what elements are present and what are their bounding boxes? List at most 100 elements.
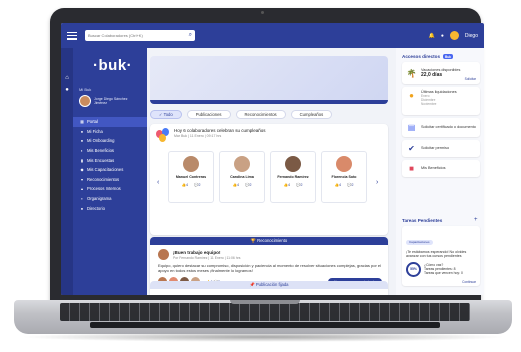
menu-icon[interactable] bbox=[67, 31, 77, 40]
help-icon[interactable]: ● bbox=[441, 33, 444, 39]
progress-ring: 55% bbox=[406, 261, 421, 277]
shortcuts-title-text: Accesos directos bbox=[402, 54, 441, 59]
sidebar-item-label: Reconocimientos bbox=[87, 176, 120, 182]
sidebar-item-icon: ▴ bbox=[80, 186, 83, 192]
sidebar-item[interactable]: ◆ Mis Capacitaciones bbox=[73, 165, 147, 175]
sidebar-item[interactable]: ▾ Reconocimientos bbox=[73, 175, 147, 185]
sidebar-item[interactable]: ● Mi Ficha bbox=[73, 127, 147, 137]
comment-icon[interactable]: 💬2 bbox=[194, 183, 200, 187]
tab[interactable]: Publicaciones bbox=[186, 110, 231, 119]
avatar bbox=[285, 156, 301, 172]
birthday-person-card[interactable]: Florencia Soto 👍4 💬2 bbox=[321, 151, 367, 203]
comment-icon[interactable]: 💬2 bbox=[347, 183, 353, 187]
birthday-header: Hoy 6 colaboradores celebran su cumpleañ… bbox=[156, 128, 266, 142]
person-actions: 👍4 💬2 bbox=[182, 183, 201, 187]
bell-icon[interactable]: 🔔 bbox=[429, 33, 435, 39]
task-chip: Capacitaciones bbox=[406, 239, 433, 245]
right-panel: Accesos directos Buk 🌴 Vacaciones dispon… bbox=[396, 48, 484, 295]
birthday-person-card[interactable]: Fernando Ramírez 👍4 💬2 bbox=[270, 151, 316, 203]
task-text: ¡Te estábamos esperando! No olvides avan… bbox=[406, 250, 467, 259]
laptop-scene: Buscar Colaboradores (Ctrl+K) ⌕ 🔔 ● Dieg… bbox=[0, 0, 521, 352]
search-input[interactable]: Buscar Colaboradores (Ctrl+K) ⌕ bbox=[85, 30, 195, 41]
benefits-card[interactable]: ■ Mis Beneficios bbox=[402, 160, 480, 177]
vacations-value: 22,0 días bbox=[421, 72, 443, 79]
sidebar-item[interactable]: ▦ Portal bbox=[73, 117, 147, 127]
like-count: 4 bbox=[186, 183, 188, 188]
sidebar-item-label: Mi Onboarding bbox=[87, 138, 115, 144]
sidebar-menu: ▦ Portal ● Mi Ficha ● Mi Onboarding ◐ Mis Benef… bbox=[73, 117, 147, 213]
payroll-card[interactable]: ● Últimas liquidaciones Enero Diciembre … bbox=[402, 87, 480, 115]
recognition-header: 🏆 Reconocimiento bbox=[150, 237, 388, 245]
birthday-people: Manuel Contreras 👍4 💬2 Carolina Lima 👍4 💬2 Fer… bbox=[168, 151, 367, 203]
person-name: Fernando Ramírez bbox=[277, 175, 309, 179]
sidebar-item[interactable]: ● Mi Onboarding bbox=[73, 136, 147, 146]
birthday-person-card[interactable]: Carolina Lima 👍4 💬2 bbox=[219, 151, 265, 203]
tab[interactable]: Cumpleaños bbox=[290, 110, 333, 119]
person-icon[interactable]: ● bbox=[64, 87, 70, 93]
chevron-right-icon[interactable]: › bbox=[376, 179, 378, 186]
banner-bar bbox=[150, 100, 388, 104]
birthday-person-card[interactable]: Manuel Contreras 👍4 💬2 bbox=[168, 151, 214, 203]
vacations-card[interactable]: 🌴 Vacaciones disponibles 22,0 días Solic… bbox=[402, 62, 480, 84]
benefits-label: Mis Beneficios bbox=[421, 166, 446, 171]
task-progress-row: 55% ¿Cómo vas? Tareas pendientes: 8 Tare… bbox=[406, 261, 476, 277]
like-icon[interactable]: 👍4 bbox=[182, 183, 188, 187]
like-count: 4 bbox=[339, 183, 341, 188]
search-icon[interactable]: ⌕ bbox=[189, 32, 192, 39]
search-placeholder: Buscar Colaboradores (Ctrl+K) bbox=[88, 33, 143, 38]
comment-count: 2 bbox=[249, 183, 252, 188]
like-icon[interactable]: 👍4 bbox=[233, 183, 239, 187]
certificate-label: Solicitar certificado o documento bbox=[421, 125, 476, 130]
sidebar-item-label: Portal bbox=[87, 119, 98, 125]
tab[interactable]: Reconocimientos bbox=[235, 110, 286, 119]
chevron-left-icon[interactable]: ‹ bbox=[157, 179, 159, 186]
like-count: 4 bbox=[288, 183, 290, 188]
pinned-post-header[interactable]: 📌 Publicación fijada bbox=[150, 281, 388, 289]
laptop-notch bbox=[230, 300, 300, 304]
comment-icon[interactable]: 💬2 bbox=[245, 183, 251, 187]
sidebar-user[interactable]: Jorge Diego Sánchez Jiménez bbox=[79, 95, 134, 107]
comment-count: 2 bbox=[351, 183, 354, 188]
add-icon[interactable]: + bbox=[474, 217, 478, 223]
continue-link[interactable]: Continuar bbox=[406, 280, 476, 284]
sidebar-item[interactable]: ● Directorio bbox=[73, 203, 147, 213]
sidebar-user-name: Jorge Diego Sánchez Jiménez bbox=[94, 97, 128, 105]
sidebar-item[interactable]: ▮ Mis Encuestas bbox=[73, 155, 147, 165]
recognition-top: ¡Buen trabajo equipo! Por Fernando Ramír… bbox=[158, 249, 382, 260]
comment-count: 2 bbox=[198, 183, 201, 188]
pending-tasks-title: Tareas Pendientes bbox=[402, 218, 443, 223]
vacations-request-link[interactable]: Solicitar bbox=[465, 77, 476, 81]
user-name[interactable]: Diego bbox=[465, 33, 478, 39]
comment-icon[interactable]: 💬2 bbox=[296, 183, 302, 187]
tab[interactable]: ✓ Todo bbox=[150, 110, 182, 119]
avatar bbox=[183, 156, 199, 172]
sidebar-rail: ⌂ ● bbox=[61, 48, 73, 295]
task-line: Tareas que vencen hoy: 0 bbox=[424, 271, 463, 276]
permission-label: Solicitar permiso bbox=[421, 146, 450, 151]
person-name: Manuel Contreras bbox=[175, 175, 207, 179]
payroll-row[interactable]: Noviembre bbox=[421, 102, 457, 106]
like-icon[interactable]: 👍4 bbox=[335, 183, 341, 187]
sidebar-item-icon: ◆ bbox=[80, 167, 84, 173]
sidebar-item[interactable]: ▴ Procesos Internos bbox=[73, 184, 147, 194]
avatar bbox=[79, 95, 91, 107]
sidebar-item-label: Mis Capacitaciones bbox=[87, 167, 124, 173]
sidebar-item-icon: ▮ bbox=[80, 157, 84, 163]
check-icon: ✔ bbox=[408, 144, 415, 153]
certificate-card[interactable]: ▤ Solicitar certificado o documento bbox=[402, 118, 480, 137]
top-bar: Buscar Colaboradores (Ctrl+K) ⌕ 🔔 ● Dieg… bbox=[61, 23, 484, 48]
sidebar-item-label: Directorio bbox=[87, 205, 105, 211]
home-icon[interactable]: ⌂ bbox=[64, 75, 70, 81]
task-lines: ¿Cómo vas? Tareas pendientes: 8 Tareas q… bbox=[424, 263, 463, 276]
sidebar-item[interactable]: ◐ Mis Beneficios bbox=[73, 146, 147, 156]
like-icon[interactable]: 👍4 bbox=[284, 183, 290, 187]
comment-count: 2 bbox=[300, 183, 303, 188]
shortcuts-badge: Buk bbox=[443, 54, 454, 59]
company-name: Mi Buk bbox=[79, 87, 92, 92]
sidebar-item-label: Mis Beneficios bbox=[87, 148, 114, 154]
progress-value: 55% bbox=[408, 263, 419, 275]
balloons-icon bbox=[156, 128, 170, 142]
avatar[interactable] bbox=[449, 31, 459, 40]
permission-card[interactable]: ✔ Solicitar permiso bbox=[402, 140, 480, 157]
sidebar-item[interactable]: ▪ Organigrama bbox=[73, 194, 147, 204]
